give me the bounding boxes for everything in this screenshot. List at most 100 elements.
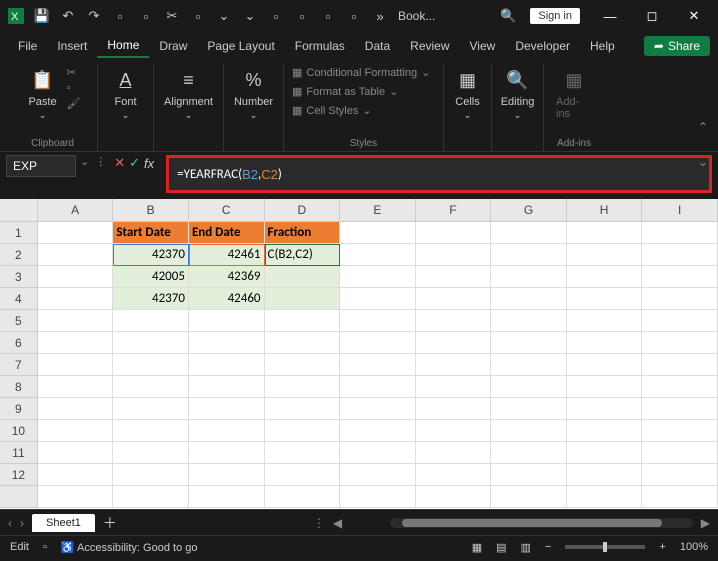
cell[interactable] [38,464,114,486]
cell[interactable] [642,332,718,354]
cell[interactable] [567,354,643,376]
cell[interactable] [491,442,567,464]
menu-home[interactable]: Home [97,34,149,58]
cell[interactable] [340,442,416,464]
editing-button[interactable]: 🔍Editing⌄ [497,64,539,123]
col-header[interactable]: E [340,199,416,221]
conditional-formatting-button[interactable]: ▦ Conditional Formatting ⌄ [292,66,430,79]
menu-page-layout[interactable]: Page Layout [197,35,284,57]
cell[interactable] [265,354,341,376]
menu-help[interactable]: Help [580,35,625,57]
cell[interactable] [416,310,492,332]
paste-button[interactable]: 📋Paste⌄ [24,64,60,123]
qat-icon[interactable]: ▫ [108,4,132,28]
cell[interactable] [265,266,341,288]
cell-c2[interactable]: 42461 [189,244,265,266]
cell[interactable] [642,442,718,464]
view-page-icon[interactable]: ▤ [496,541,506,554]
close-button[interactable]: ✕ [674,2,714,30]
cell[interactable] [38,310,114,332]
horizontal-scrollbar[interactable] [390,518,693,528]
cell[interactable] [38,266,114,288]
menu-view[interactable]: View [460,35,506,57]
brush-icon[interactable]: 🖌 [67,97,81,110]
cell[interactable] [189,398,265,420]
cell[interactable] [416,266,492,288]
menu-review[interactable]: Review [400,35,459,57]
cell[interactable] [340,486,416,508]
menu-formulas[interactable]: Formulas [285,35,355,57]
cell[interactable] [265,332,341,354]
cell[interactable] [189,420,265,442]
qat-icon5[interactable]: ▫ [290,4,314,28]
sheet-tab[interactable]: Sheet1 [32,514,95,532]
addins-button[interactable]: ▦Add-ins [552,64,596,122]
sign-in-button[interactable]: Sign in [530,8,580,24]
cancel-formula-icon[interactable]: ✕ [114,155,125,171]
document-title[interactable]: Book... [398,9,435,23]
cell[interactable] [491,288,567,310]
cell[interactable] [491,354,567,376]
cell[interactable] [265,486,341,508]
accept-formula-icon[interactable]: ✓ [129,155,140,171]
row-header[interactable]: 3 [0,266,38,288]
cell[interactable] [340,398,416,420]
col-header[interactable]: D [265,199,341,221]
qat-dropdown2-icon[interactable]: ⌄ [238,4,262,28]
zoom-level[interactable]: 100% [680,541,708,553]
sheet-nav-prev-icon[interactable]: ‹ [8,516,12,530]
col-header[interactable]: C [189,199,265,221]
cell[interactable] [113,332,189,354]
share-button[interactable]: ➦Share [644,36,710,56]
maximize-button[interactable]: ◻ [632,2,672,30]
cell[interactable] [567,398,643,420]
number-button[interactable]: %Number⌄ [230,64,277,123]
menu-insert[interactable]: Insert [47,35,97,57]
cell[interactable] [491,310,567,332]
scrollbar-thumb[interactable] [402,519,662,527]
cell[interactable] [189,376,265,398]
cell[interactable] [265,288,341,310]
cell[interactable] [189,442,265,464]
cell-b2[interactable]: 42370 [113,244,189,266]
row-header[interactable]: 5 [0,310,38,332]
cell[interactable] [340,288,416,310]
row-header[interactable]: 11 [0,442,38,464]
cell[interactable] [567,310,643,332]
cell[interactable] [38,222,114,244]
cell[interactable] [113,420,189,442]
cell[interactable] [416,442,492,464]
cell[interactable] [340,354,416,376]
cell[interactable] [416,420,492,442]
cell-styles-button[interactable]: ▦ Cell Styles ⌄ [292,104,430,117]
col-header[interactable]: F [416,199,492,221]
alignment-button[interactable]: ≡Alignment⌄ [160,64,217,123]
cell[interactable] [567,376,643,398]
row-header[interactable]: 4 [0,288,38,310]
cell[interactable] [491,332,567,354]
cell[interactable] [265,310,341,332]
accessibility-status[interactable]: ♿ Accessibility: Good to go [61,541,198,554]
formula-bar[interactable]: =YEARFRAC(B2,C2) [166,155,712,193]
cell[interactable] [416,222,492,244]
cell[interactable] [567,486,643,508]
cell[interactable] [416,288,492,310]
menu-data[interactable]: Data [355,35,400,57]
spreadsheet-grid[interactable]: A B C D E F G H I 1 Start Date End Date … [0,199,718,509]
view-normal-icon[interactable]: ▦ [472,541,482,554]
copy-small-icon[interactable]: ▫ [67,82,81,94]
cell[interactable] [265,420,341,442]
cell[interactable] [38,332,114,354]
qat-icon3[interactable]: ▫ [186,4,210,28]
cell[interactable] [491,486,567,508]
cell[interactable] [642,354,718,376]
cell[interactable] [567,266,643,288]
cell[interactable]: 42460 [189,288,265,310]
zoom-in-icon[interactable]: + [659,541,665,553]
font-button[interactable]: AFont⌄ [108,64,144,123]
cell[interactable] [38,442,114,464]
cell[interactable] [113,310,189,332]
namebox-dropdown-icon[interactable]: ⌄ [80,155,89,168]
select-all-corner[interactable] [0,199,38,221]
cell[interactable] [416,354,492,376]
